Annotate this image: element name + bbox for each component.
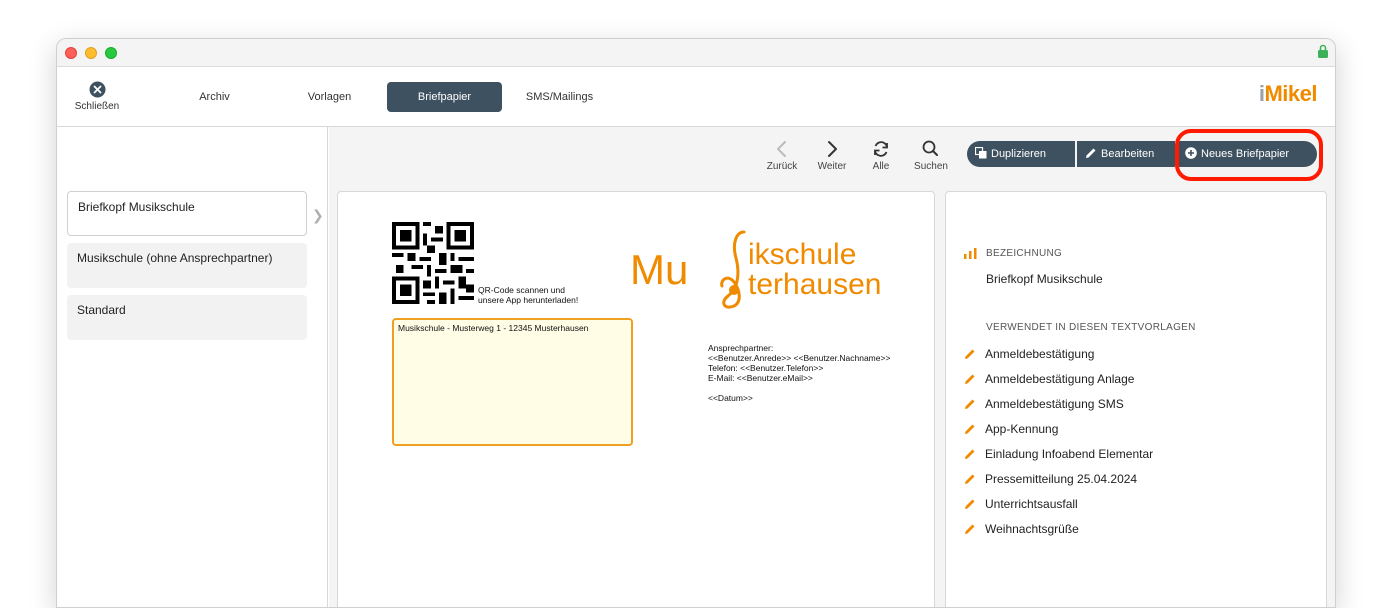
svg-text:Mu: Mu xyxy=(630,246,688,293)
app-window: Schließen Archiv Vorlagen Briefpapier SM… xyxy=(56,38,1336,608)
duplicate-icon xyxy=(975,147,987,159)
search-icon xyxy=(922,140,938,156)
name-value: Briefkopf Musikschule xyxy=(986,272,1103,286)
edit-button[interactable]: Bearbeiten xyxy=(1077,141,1175,167)
duplicate-button[interactable]: Duplizieren xyxy=(967,141,1075,167)
chevron-right-icon xyxy=(828,141,837,157)
tab-archiv[interactable]: Archiv xyxy=(157,82,272,112)
back-button[interactable]: Zurück xyxy=(762,139,802,172)
search-button[interactable]: Suchen xyxy=(911,139,951,172)
used-in-item[interactable]: Unterrichtsausfall xyxy=(964,497,1078,513)
refresh-icon xyxy=(874,141,888,157)
pencil-icon xyxy=(965,424,975,434)
chevron-left-icon xyxy=(777,141,786,157)
used-in-header: VERWENDET IN DIESEN TEXTVORLAGEN xyxy=(986,322,1196,333)
highlight-annotation xyxy=(1175,129,1323,181)
pencil-icon xyxy=(965,349,975,359)
window-zoom-dot[interactable] xyxy=(105,47,117,59)
used-in-item[interactable]: Anmeldebestätigung xyxy=(964,347,1094,363)
pencil-icon xyxy=(965,499,975,509)
qr-code xyxy=(392,222,474,304)
lock-icon xyxy=(1318,44,1328,58)
content-area: Zurück Weiter Alle Suchen Duplizieren Be… xyxy=(329,127,1335,607)
sidebar-item-label: Briefkopf Musikschule xyxy=(78,200,195,214)
pencil-icon xyxy=(965,474,975,484)
contact-block: Ansprechpartner: <<Benutzer.Anrede>> <<B… xyxy=(708,343,891,403)
svg-text:ikschule: ikschule xyxy=(748,238,856,271)
qr-caption: QR-Code scannen und unsere App herunterl… xyxy=(478,285,579,305)
chevron-right-icon: ❯ xyxy=(312,207,324,223)
used-in-item[interactable]: Einladung Infoabend Elementar xyxy=(964,447,1153,463)
address-window: Musikschule - Musterweg 1 - 12345 Muster… xyxy=(392,318,633,446)
sidebar-item-musikschule-ohne[interactable]: Musikschule (ohne Ansprechpartner) xyxy=(67,243,307,288)
used-in-item[interactable]: Weihnachtsgrüße xyxy=(964,522,1079,538)
pencil-icon xyxy=(965,524,975,534)
name-header: BEZEICHNUNG xyxy=(986,248,1063,259)
pencil-icon xyxy=(1086,148,1096,159)
window-close-dot[interactable] xyxy=(65,47,77,59)
close-label: Schließen xyxy=(74,101,120,112)
all-label: Alle xyxy=(872,161,890,172)
all-button[interactable]: Alle xyxy=(861,139,901,172)
title-bar xyxy=(57,39,1335,67)
used-in-item[interactable]: Anmeldebestätigung Anlage xyxy=(964,372,1134,388)
back-label: Zurück xyxy=(766,161,798,172)
main-toolbar: Schließen Archiv Vorlagen Briefpapier SM… xyxy=(57,67,1335,127)
tab-briefpapier[interactable]: Briefpapier xyxy=(387,82,502,112)
detail-panel: BEZEICHNUNG Briefkopf Musikschule VERWEN… xyxy=(945,191,1327,607)
used-in-item[interactable]: App-Kennung xyxy=(964,422,1058,438)
music-school-logo: Mu ikschule terhausen xyxy=(630,230,881,309)
forward-button[interactable]: Weiter xyxy=(812,139,852,172)
sidebar-item-standard[interactable]: Standard xyxy=(67,295,307,340)
pencil-icon xyxy=(965,374,975,384)
letterhead-preview: QR-Code scannen und unsere App herunterl… xyxy=(337,191,935,607)
pencil-icon xyxy=(965,449,975,459)
tab-sms-mailings[interactable]: SMS/Mailings xyxy=(502,82,617,112)
sidebar-item-label: Musikschule (ohne Ansprechpartner) xyxy=(77,251,273,265)
sidebar: Briefkopf Musikschule ❯ Musikschule (ohn… xyxy=(57,127,328,607)
svg-text:terhausen: terhausen xyxy=(748,268,881,301)
sidebar-item-briefkopf-musikschule[interactable]: Briefkopf Musikschule xyxy=(67,191,307,236)
sender-address: Musikschule - Musterweg 1 - 12345 Muster… xyxy=(398,323,589,333)
used-in-item[interactable]: Pressemitteilung 25.04.2024 xyxy=(964,472,1137,488)
close-button[interactable]: Schließen xyxy=(71,81,123,112)
forward-label: Weiter xyxy=(817,161,847,172)
window-minimize-dot[interactable] xyxy=(85,47,97,59)
pencil-icon xyxy=(965,399,975,409)
tab-vorlagen[interactable]: Vorlagen xyxy=(272,82,387,112)
sidebar-item-label: Standard xyxy=(77,303,126,317)
used-in-item[interactable]: Anmeldebestätigung SMS xyxy=(964,397,1124,413)
search-label: Suchen xyxy=(914,161,948,172)
imikel-logo: iMikel xyxy=(1258,81,1318,106)
close-circle-icon xyxy=(89,81,105,98)
bars-icon xyxy=(964,248,977,259)
